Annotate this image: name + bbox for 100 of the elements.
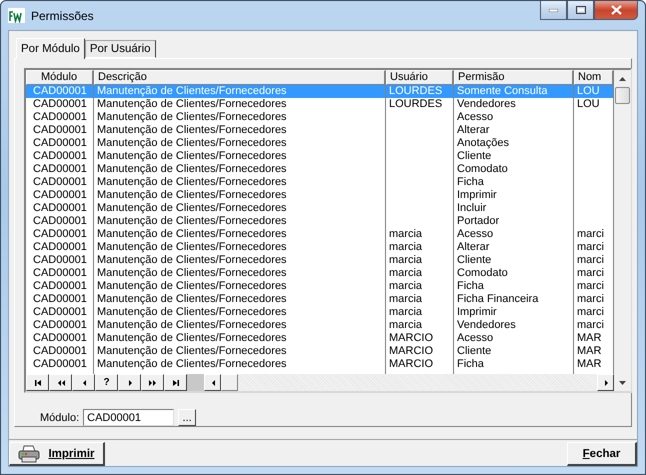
table-cell: Manutenção de Clientes/Fornecedores xyxy=(94,267,386,280)
table-cell: Incluir xyxy=(454,202,574,215)
table-cell: marcia xyxy=(386,280,454,293)
close-button[interactable] xyxy=(594,1,638,20)
app-logo-icon xyxy=(8,8,25,23)
table-cell: CAD00001 xyxy=(26,228,94,241)
table-cell: CAD00001 xyxy=(26,319,94,332)
scroll-left-button[interactable] xyxy=(204,374,221,391)
minimize-button[interactable] xyxy=(540,1,567,20)
table-cell: LOURDES xyxy=(386,98,454,111)
table-cell: CAD00001 xyxy=(26,124,94,137)
table-cell: Ficha xyxy=(454,358,574,371)
table-cell: marcia xyxy=(386,267,454,280)
table-cell: Manutenção de Clientes/Fornecedores xyxy=(94,280,386,293)
browse-button[interactable]: ... xyxy=(178,409,196,426)
table-cell: Manutenção de Clientes/Fornecedores xyxy=(94,215,386,228)
table-cell: MARCIO xyxy=(386,332,454,345)
printer-icon xyxy=(18,444,40,462)
table-cell: Acesso xyxy=(454,332,574,345)
module-field[interactable]: CAD00001 xyxy=(83,409,174,426)
table-cell: Anotações xyxy=(454,137,574,150)
table-cell: Manutenção de Clientes/Fornecedores xyxy=(94,189,386,202)
first-record-button[interactable] xyxy=(26,374,49,391)
table-cell: marcia xyxy=(386,306,454,319)
table-cell: CAD00001 xyxy=(26,202,94,215)
table-cell: CAD00001 xyxy=(26,241,94,254)
table-cell: Manutenção de Clientes/Fornecedores xyxy=(94,150,386,163)
table-cell: CAD00001 xyxy=(26,85,94,98)
table-cell: Acesso xyxy=(454,111,574,124)
table-cell: Manutenção de Clientes/Fornecedores xyxy=(94,228,386,241)
table-cell: Manutenção de Clientes/Fornecedores xyxy=(94,332,386,345)
maximize-icon xyxy=(576,6,586,14)
table-cell: CAD00001 xyxy=(26,293,94,306)
table-cell: Manutenção de Clientes/Fornecedores xyxy=(94,163,386,176)
table-cell: Cliente xyxy=(454,254,574,267)
table-cell: CAD00001 xyxy=(26,254,94,267)
tab[interactable]: Por Módulo xyxy=(16,38,85,59)
table-cell: CAD00001 xyxy=(26,332,94,345)
table-cell: MARCIO xyxy=(386,358,454,371)
table-cell: Manutenção de Clientes/Fornecedores xyxy=(94,176,386,189)
previous-record-button[interactable] xyxy=(72,374,95,391)
scroll-spacer xyxy=(187,374,204,391)
skip-end-icon xyxy=(172,378,180,386)
table-cell: marcia xyxy=(386,254,454,267)
table-cell: CAD00001 xyxy=(26,280,94,293)
table-cell: Vendedores xyxy=(454,98,574,111)
help-button[interactable]: ? xyxy=(95,374,118,391)
table-cell: Manutenção de Clientes/Fornecedores xyxy=(94,241,386,254)
down-arrow-icon xyxy=(619,380,626,384)
table-cell: Manutenção de Clientes/Fornecedores xyxy=(94,98,386,111)
table-cell: MARCIO xyxy=(386,345,454,358)
table-cell: Alterar xyxy=(454,124,574,137)
table-cell: Cliente xyxy=(454,345,574,358)
scroll-right-button[interactable] xyxy=(597,374,614,391)
table-cell: CAD00001 xyxy=(26,215,94,228)
close-icon xyxy=(610,5,622,15)
close-window-button[interactable]: Fechar xyxy=(567,442,637,466)
table-cell: CAD00001 xyxy=(26,267,94,280)
skip-start-icon xyxy=(34,378,42,386)
table-cell: Manutenção de Clientes/Fornecedores xyxy=(94,306,386,319)
table-cell: CAD00001 xyxy=(26,98,94,111)
table-cell: Manutenção de Clientes/Fornecedores xyxy=(94,345,386,358)
field-label: Módulo: xyxy=(40,412,80,424)
table-cell: Imprimir xyxy=(454,306,574,319)
next-page-button[interactable] xyxy=(141,374,164,391)
print-button[interactable]: Imprimir xyxy=(9,442,105,466)
table-cell: Manutenção de Clientes/Fornecedores xyxy=(94,202,386,215)
table-cell: Manutenção de Clientes/Fornecedores xyxy=(94,124,386,137)
table-cell: CAD00001 xyxy=(26,163,94,176)
table-cell: CAD00001 xyxy=(26,358,94,371)
table-cell: Vendedores xyxy=(454,319,574,332)
table-cell: Manutenção de Clientes/Fornecedores xyxy=(94,111,386,124)
maximize-button[interactable] xyxy=(567,1,594,20)
double-left-icon xyxy=(56,378,64,386)
table-cell: Ficha xyxy=(454,280,574,293)
table-cell: CAD00001 xyxy=(26,150,94,163)
table-cell: Ficha Financeira xyxy=(454,293,574,306)
table-cell: Manutenção de Clientes/Fornecedores xyxy=(94,293,386,306)
double-right-icon xyxy=(148,378,156,386)
table-cell: LOURDES xyxy=(386,85,454,98)
table-cell: Ficha xyxy=(454,176,574,189)
table-cell: Acesso xyxy=(454,228,574,241)
table-cell: Imprimir xyxy=(454,189,574,202)
table-cell: Portador xyxy=(454,215,574,228)
table-cell: Cliente xyxy=(454,150,574,163)
table-cell: CAD00001 xyxy=(26,306,94,319)
table-cell: CAD00001 xyxy=(26,345,94,358)
tab[interactable]: Por Usuário xyxy=(84,40,156,58)
table-cell: Manutenção de Clientes/Fornecedores xyxy=(94,137,386,150)
scroll-thumb[interactable] xyxy=(615,87,630,104)
table-cell: marcia xyxy=(386,319,454,332)
table-cell: CAD00001 xyxy=(26,111,94,124)
table-cell: marcia xyxy=(386,293,454,306)
window-title: Permissões xyxy=(31,8,94,22)
next-record-button[interactable] xyxy=(118,374,141,391)
previous-page-button[interactable] xyxy=(49,374,72,391)
last-record-button[interactable] xyxy=(164,374,187,391)
table-cell: CAD00001 xyxy=(26,176,94,189)
table-cell: marcia xyxy=(386,241,454,254)
table-cell: marcia xyxy=(386,228,454,241)
